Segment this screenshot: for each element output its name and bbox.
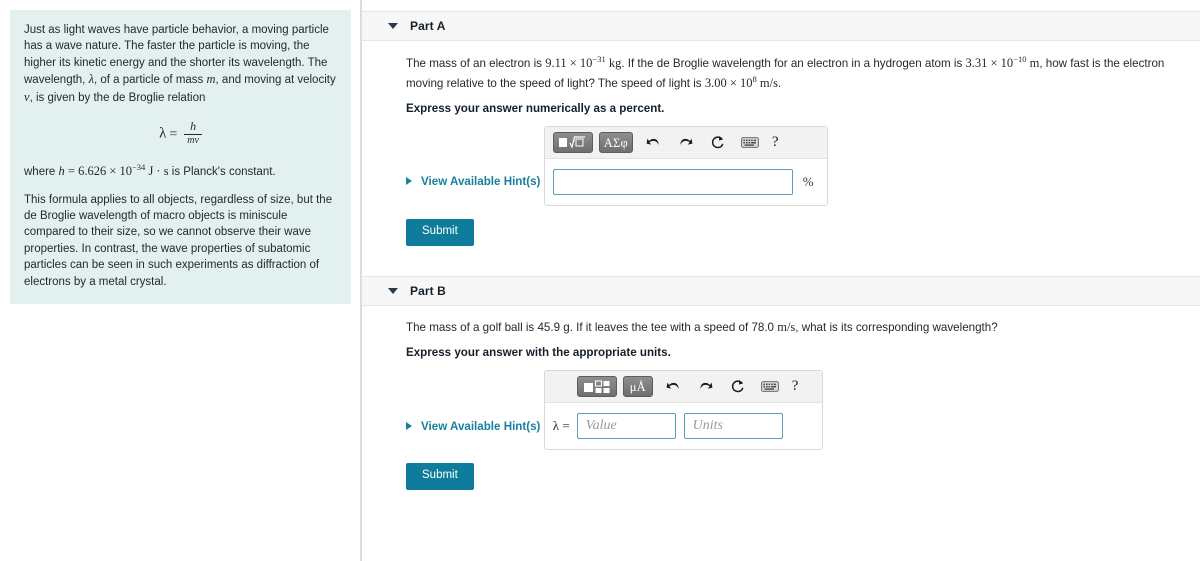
part-a-instruction: Express your answer numerically as a per… [406, 102, 665, 116]
planck-units: J · s [145, 163, 169, 178]
greek-symbols-label: ΑΣφ [603, 135, 628, 150]
part-b-submit-button[interactable]: Submit [406, 463, 474, 490]
qa-lightspeed-unit: m/s [756, 76, 778, 91]
redo-icon[interactable] [695, 377, 717, 397]
mass-symbol: m [206, 72, 216, 87]
chevron-down-icon[interactable] [388, 287, 398, 294]
planck-value: = 6.626 × 10 [64, 163, 133, 178]
qa-wavelength: 3.31 × 10 [965, 55, 1014, 70]
part-b-units-input[interactable] [683, 413, 783, 440]
part-b-question: The mass of a golf ball is 45.9 g. If it… [406, 318, 1200, 337]
part-a-hint-link[interactable]: View Available Hint(s) [406, 175, 540, 188]
intro-text-d: , is given by the de Broglie relation [29, 92, 206, 105]
page-root: Just as light waves have particle behavi… [0, 0, 1200, 561]
part-a-submit-button[interactable]: Submit [406, 219, 474, 246]
part-a-unit-suffix: % [802, 174, 814, 190]
intro-card: Just as light waves have particle behavi… [10, 10, 351, 305]
units-symbols-button[interactable]: μÅ [622, 376, 653, 398]
part-b-section: Part B The mass of a golf ball is 45.9 g… [362, 275, 1200, 498]
part-a-bottom-spacer [362, 254, 1200, 276]
part-a-answer-widget: n ΑΣφ ? % [543, 126, 828, 207]
qa-electron-mass-unit: kg [605, 55, 622, 70]
part-a-header[interactable]: Part A [362, 11, 1200, 41]
formula-equals: = [169, 126, 178, 142]
redo-icon[interactable] [675, 133, 697, 153]
units-template-button[interactable] [576, 376, 617, 398]
planck-exponent: −34 [132, 161, 146, 172]
intro-paragraph-2: where h = 6.626 × 10−34 J · s is Planck'… [24, 161, 337, 181]
intro-text-b: , of a particle of mass [94, 74, 207, 87]
intro-text-c: , and moving at velocity [215, 74, 336, 87]
part-b-value-input[interactable] [576, 413, 676, 440]
part-b-toolbar: μÅ ? [544, 371, 822, 404]
formula-denominator: mv [184, 133, 202, 147]
chevron-down-icon[interactable] [388, 23, 398, 29]
qb-text-3: , what is its corresponding wavelength? [795, 320, 998, 334]
where-suffix: is Planck's constant. [168, 165, 276, 178]
main-content-panel: Part A The mass of an electron is 9.11 ×… [362, 0, 1200, 561]
part-a-body: The mass of an electron is 9.11 × 10−31 … [362, 41, 1200, 254]
undo-icon[interactable] [643, 133, 665, 153]
keyboard-icon[interactable] [739, 133, 761, 153]
qa-lightspeed: 3.00 × 10 [704, 76, 753, 91]
part-a-toolbar: n ΑΣφ ? [544, 127, 827, 160]
undo-icon[interactable] [663, 377, 685, 397]
reset-icon[interactable] [707, 133, 729, 153]
part-a-question: The mass of an electron is 9.11 × 10−31 … [406, 53, 1196, 93]
intro-paragraph-1: Just as light waves have particle behavi… [24, 22, 337, 107]
chevron-right-icon [406, 177, 412, 186]
qa-electron-mass: 9.11 × 10 [545, 55, 593, 70]
formula-fraction: h mv [184, 119, 202, 147]
formula-numerator: h [190, 119, 197, 134]
qa-text-2: . If the de Broglie wavelength for an el… [621, 56, 966, 70]
part-b-hint-link[interactable]: View Available Hint(s) [406, 420, 540, 433]
left-info-panel: Just as light waves have particle behavi… [0, 0, 362, 561]
keyboard-icon[interactable] [759, 377, 781, 397]
reset-icon[interactable] [727, 377, 749, 397]
part-a-title: Part A [410, 19, 446, 33]
qa-electron-mass-exp: −31 [592, 54, 606, 64]
part-a-answer-row: % [545, 159, 827, 196]
chevron-right-icon [406, 422, 412, 431]
qb-text-1: The mass of a golf ball is 45.9 g [406, 320, 570, 334]
part-b-title: Part B [410, 283, 446, 298]
intro-paragraph-3: This formula applies to all objects, reg… [24, 193, 333, 288]
help-icon[interactable]: ? [772, 134, 779, 151]
qb-speed-unit: m/s [777, 319, 796, 334]
left-panel-scrollbar[interactable] [360, 0, 361, 561]
greek-symbols-button[interactable]: ΑΣφ [598, 132, 633, 154]
qa-text-4: . [777, 77, 782, 91]
part-b-hint-label: View Available Hint(s) [421, 419, 541, 433]
qb-text-2: . If it leaves the tee with a speed of 7… [569, 320, 778, 334]
svg-text:n: n [572, 138, 575, 143]
part-b-answer-row: λ = [545, 403, 822, 440]
part-b-lambda-label: λ = [552, 418, 570, 434]
qa-wavelength-exp: −10 [1013, 54, 1027, 64]
part-b-answer-widget: μÅ ? λ = Value Units [543, 370, 823, 451]
math-template-button[interactable]: n [552, 132, 593, 154]
part-b-instruction: Express your answer with the appropriate… [406, 346, 671, 360]
de-broglie-formula: λ = h mv [24, 119, 337, 148]
part-a-section: Part A The mass of an electron is 9.11 ×… [362, 11, 1200, 276]
part-b-body: The mass of a golf ball is 45.9 g. If it… [362, 306, 1200, 498]
units-symbols-label: μÅ [629, 379, 646, 394]
qa-wavelength-unit: m [1026, 55, 1040, 70]
part-a-answer-input[interactable] [552, 169, 793, 196]
top-spacer [362, 0, 1200, 11]
where-prefix: where [24, 165, 59, 178]
help-icon[interactable]: ? [792, 378, 799, 395]
part-a-hint-label: View Available Hint(s) [421, 174, 541, 188]
part-b-header[interactable]: Part B [362, 275, 1200, 306]
qa-text-1: The mass of an electron is [406, 56, 546, 70]
